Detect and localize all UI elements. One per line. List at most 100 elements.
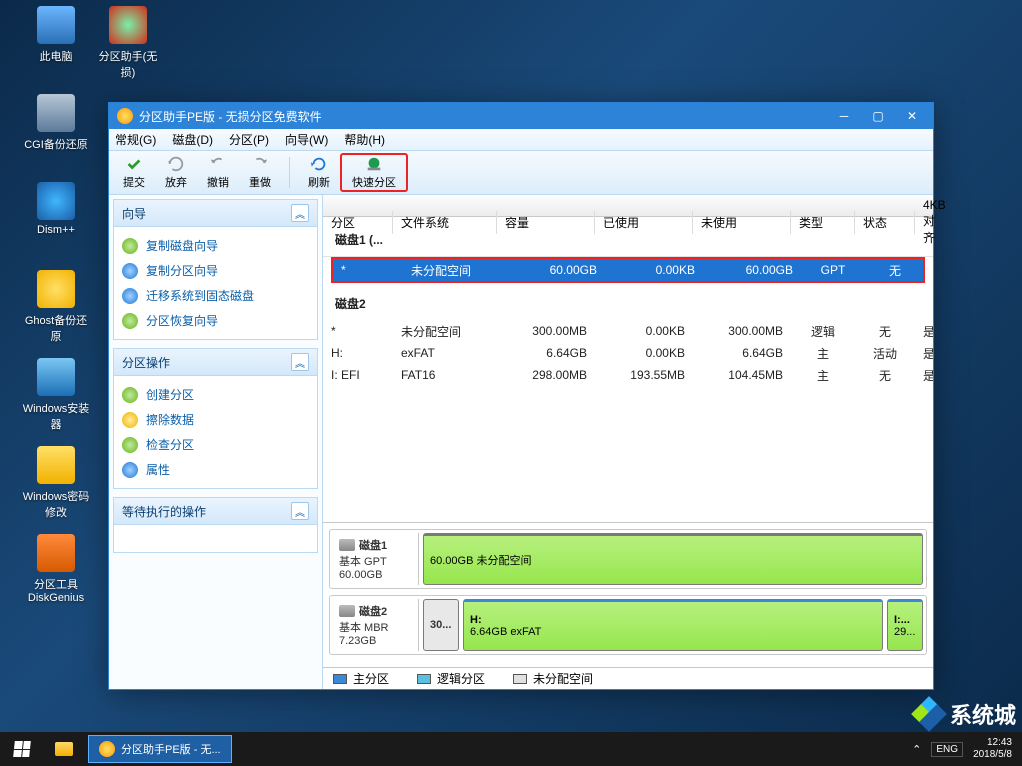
desktop: 此电脑分区助手(无损)CGI备份还原 Dism++ Ghost备份还原 Windows… (0, 0, 1022, 766)
wizard-item[interactable]: 分区恢复向导 (122, 308, 309, 333)
disk1-header[interactable]: 磁盘1 (... (323, 223, 933, 257)
legend: 主分区 逻辑分区 未分配空间 (323, 667, 933, 689)
icon-image (37, 358, 75, 396)
refresh-button[interactable]: 刷新 (298, 153, 340, 192)
maximize-button[interactable]: ▢ (861, 104, 895, 128)
system-tray[interactable]: ⌃ ENG 12:43 2018/5/8 (902, 737, 1022, 761)
right-pane: 分区文件系统容量已使用未使用类型状态4KB对齐 磁盘1 (... *未分配空间6… (323, 195, 933, 689)
column-headers: 分区文件系统容量已使用未使用类型状态4KB对齐 (323, 195, 933, 217)
wizard-item[interactable]: 迁移系统到固态磁盘 (122, 283, 309, 308)
menu-分区(P)[interactable]: 分区(P) (229, 131, 269, 148)
wizard-item[interactable]: 复制磁盘向导 (122, 233, 309, 258)
wizard-item[interactable]: 创建分区 (122, 382, 309, 407)
windows-logo-icon (13, 741, 31, 757)
close-button[interactable]: ✕ (895, 104, 929, 128)
wizard-item[interactable]: 擦除数据 (122, 407, 309, 432)
bullet-icon (122, 412, 138, 428)
disk-icon (339, 539, 355, 551)
table-row[interactable]: H:exFAT6.64GB0.00KB6.64GB主活动是 (323, 342, 933, 364)
menu-磁盘(D)[interactable]: 磁盘(D) (172, 131, 213, 148)
partition-assistant-window: 分区助手PE版 - 无损分区免费软件 ─ ▢ ✕ 常规(G) 磁盘(D) 分区(P)… (108, 102, 934, 690)
left-pane: 向导 ︽ 复制磁盘向导复制分区向导迁移系统到固态磁盘分区恢复向导 分区操作 ︽ … (109, 195, 323, 689)
language-indicator[interactable]: ENG (931, 742, 963, 757)
wizard-item[interactable]: 属性 (122, 457, 309, 482)
legend-swatch-logical (417, 674, 431, 684)
disk2-bar[interactable]: H:6.64GB exFAT (463, 599, 883, 651)
wizard-item[interactable]: 复制分区向导 (122, 258, 309, 283)
start-button[interactable] (0, 732, 44, 766)
disk1-bar-unalloc[interactable]: 60.00GB 未分配空间 (423, 533, 923, 585)
menu-常规(G)[interactable]: 常规(G) (115, 131, 156, 148)
titlebar[interactable]: 分区助手PE版 - 无损分区免费软件 ─ ▢ ✕ (109, 103, 933, 129)
table-row[interactable]: *未分配空间60.00GB0.00KB60.00GBGPT无是 (333, 259, 923, 281)
taskbar-app-button[interactable]: 分区助手PE版 - 无... (88, 735, 232, 763)
bullet-icon (122, 462, 138, 478)
disk1-map[interactable]: 磁盘1 基本 GPT 60.00GB 60.00GB 未分配空间 (329, 529, 927, 589)
quick-partition-icon (364, 155, 384, 173)
menu-向导(W)[interactable]: 向导(W) (285, 131, 328, 148)
desktop-icon-1[interactable]: 分区助手(无损) (92, 6, 164, 80)
app-icon (117, 108, 133, 124)
app-icon (99, 741, 115, 757)
table-row[interactable]: I: EFIFAT16298.00MB193.55MB104.45MB主无是 (323, 364, 933, 386)
bullet-icon (122, 263, 138, 279)
icon-image (37, 534, 75, 572)
undo-icon (208, 155, 228, 173)
pending-panel: 等待执行的操作 ︽ (113, 497, 318, 553)
taskbar: 分区助手PE版 - 无... ⌃ ENG 12:43 2018/5/8 (0, 732, 1022, 766)
legend-swatch-primary (333, 674, 347, 684)
taskbar-explorer-icon[interactable] (44, 732, 84, 766)
undo-button[interactable]: 撤销 (197, 153, 239, 192)
window-title: 分区助手PE版 - 无损分区免费软件 (139, 108, 827, 125)
menu-帮助(H)[interactable]: 帮助(H) (344, 131, 385, 148)
partition-list: 磁盘1 (... *未分配空间60.00GB0.00KB60.00GBGPT无是… (323, 217, 933, 522)
icon-image (37, 6, 75, 44)
minimize-button[interactable]: ─ (827, 104, 861, 128)
icon-image (37, 270, 75, 308)
table-row[interactable]: *未分配空间300.00MB0.00KB300.00MB逻辑无是 (323, 320, 933, 342)
desktop-icon-3[interactable]: Dism++ (20, 182, 92, 236)
bullet-icon (122, 437, 138, 453)
collapse-button[interactable]: ︽ (291, 353, 309, 371)
taskbar-clock[interactable]: 12:43 2018/5/8 (973, 737, 1012, 761)
bullet-icon (122, 238, 138, 254)
desktop-icon-4[interactable]: Ghost备份还原 (20, 270, 92, 344)
wizard-item[interactable]: 检查分区 (122, 432, 309, 457)
desktop-icon-5[interactable]: Windows安装器 (20, 358, 92, 432)
quick-partition-button[interactable]: 快速分区 (340, 153, 408, 192)
pending-title: 等待执行的操作 (122, 503, 206, 520)
commit-icon (124, 155, 144, 173)
legend-swatch-unallocated (513, 674, 527, 684)
wizard-panel: 向导 ︽ 复制磁盘向导复制分区向导迁移系统到固态磁盘分区恢复向导 (113, 199, 318, 340)
desktop-icon-6[interactable]: Windows密码修改 (20, 446, 92, 520)
icon-image (37, 94, 75, 132)
icon-image (109, 6, 147, 44)
menubar: 常规(G) 磁盘(D) 分区(P) 向导(W) 帮助(H) (109, 129, 933, 151)
disk-maps: 磁盘1 基本 GPT 60.00GB 60.00GB 未分配空间 (323, 522, 933, 667)
redo-icon (250, 155, 270, 173)
discard-button[interactable]: 放弃 (155, 153, 197, 192)
desktop-icon-2[interactable]: CGI备份还原 (20, 94, 92, 152)
desktop-icon-0[interactable]: 此电脑 (20, 6, 92, 64)
watermark-logo: 系统城 (914, 698, 1016, 730)
collapse-button[interactable]: ︽ (291, 502, 309, 520)
bullet-icon (122, 313, 138, 329)
disk2-map[interactable]: 磁盘2 基本 MBR 7.23GB 30...H:6.64GB exFATI:.… (329, 595, 927, 655)
disk-icon (339, 605, 355, 617)
redo-button[interactable]: 重做 (239, 153, 281, 192)
tray-chevron-icon[interactable]: ⌃ (912, 743, 921, 756)
bullet-icon (122, 387, 138, 403)
partition-ops-panel: 分区操作 ︽ 创建分区擦除数据检查分区属性 (113, 348, 318, 489)
partition-ops-title: 分区操作 (122, 354, 170, 371)
desktop-icon-7[interactable]: 分区工具DiskGenius (20, 534, 92, 604)
selected-row-highlight: *未分配空间60.00GB0.00KB60.00GBGPT无是 (331, 257, 925, 283)
refresh-icon (309, 155, 329, 173)
disk2-bar[interactable]: 30... (423, 599, 459, 651)
collapse-button[interactable]: ︽ (291, 204, 309, 222)
disk2-bar[interactable]: I:...29... (887, 599, 923, 651)
bullet-icon (122, 288, 138, 304)
toolbar: 提交放弃撤销重做刷新快速分区 (109, 151, 933, 195)
icon-image (37, 446, 75, 484)
commit-button[interactable]: 提交 (113, 153, 155, 192)
disk2-header[interactable]: 磁盘2 (323, 287, 933, 320)
